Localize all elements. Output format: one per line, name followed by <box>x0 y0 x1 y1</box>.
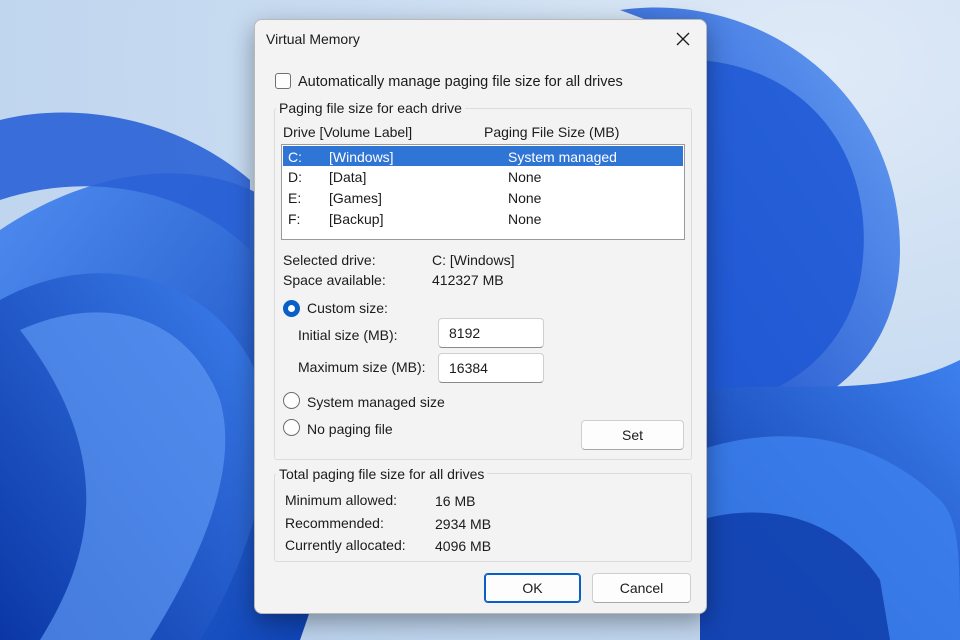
custom-size-label[interactable]: Custom size: <box>307 300 388 316</box>
selected-drive-value: C: [Windows] <box>432 252 515 268</box>
drive-row-c[interactable]: C: [Windows] System managed <box>283 146 683 166</box>
title-bar[interactable]: Virtual Memory <box>255 20 706 58</box>
minimum-allowed-label: Minimum allowed: <box>285 492 398 508</box>
drive-letter: F: <box>288 211 301 227</box>
minimum-allowed-value: 16 MB <box>435 493 476 509</box>
drive-volume-label: [Windows] <box>329 149 394 165</box>
drive-paging-size: None <box>508 190 542 206</box>
drive-letter: C: <box>288 149 302 165</box>
selected-drive-label: Selected drive: <box>283 252 376 268</box>
drive-row-d[interactable]: D: [Data] None <box>283 166 683 186</box>
drives-group-legend: Paging file size for each drive <box>276 100 465 116</box>
cancel-button-label: Cancel <box>619 580 664 596</box>
no-paging-file-radio[interactable] <box>283 419 300 436</box>
auto-manage-checkbox[interactable] <box>275 73 291 89</box>
maximum-size-label: Maximum size (MB): <box>298 359 426 375</box>
drive-list[interactable]: C: [Windows] System managed D: [Data] No… <box>281 144 685 240</box>
currently-allocated-label: Currently allocated: <box>285 537 406 553</box>
system-managed-radio[interactable] <box>283 392 300 409</box>
ok-button-label: OK <box>522 580 543 596</box>
drive-volume-label: [Data] <box>329 169 367 185</box>
drive-volume-label: [Backup] <box>329 211 384 227</box>
window-title: Virtual Memory <box>266 31 360 47</box>
drive-letter: E: <box>288 190 302 206</box>
drive-row-e[interactable]: E: [Games] None <box>283 187 683 207</box>
set-button[interactable]: Set <box>581 420 684 450</box>
custom-size-radio[interactable] <box>283 300 300 317</box>
drive-letter: D: <box>288 169 302 185</box>
initial-size-input[interactable] <box>438 318 544 348</box>
drive-row-f[interactable]: F: [Backup] None <box>283 208 683 228</box>
maximum-size-input[interactable] <box>438 353 544 383</box>
space-available-label: Space available: <box>283 272 386 288</box>
drive-paging-size: None <box>508 211 542 227</box>
size-column-header: Paging File Size (MB) <box>484 124 620 140</box>
totals-group-legend: Total paging file size for all drives <box>276 466 488 482</box>
recommended-label: Recommended: <box>285 515 384 531</box>
auto-manage-label[interactable]: Automatically manage paging file size fo… <box>298 74 623 90</box>
space-available-value: 412327 MB <box>432 272 504 288</box>
drive-paging-size: None <box>508 169 542 185</box>
set-button-label: Set <box>621 427 643 443</box>
drive-volume-label: [Games] <box>329 190 382 206</box>
cancel-button[interactable]: Cancel <box>592 573 691 603</box>
drive-column-header: Drive [Volume Label] <box>283 124 413 140</box>
system-managed-label[interactable]: System managed size <box>307 394 445 410</box>
ok-button[interactable]: OK <box>484 573 581 603</box>
virtual-memory-dialog: Virtual Memory Automatically manage pagi… <box>254 19 707 614</box>
initial-size-label: Initial size (MB): <box>298 327 398 343</box>
recommended-value: 2934 MB <box>435 516 492 532</box>
close-icon <box>676 32 690 46</box>
close-button[interactable] <box>660 20 706 58</box>
drive-paging-size: System managed <box>508 149 617 165</box>
no-paging-file-label[interactable]: No paging file <box>307 421 393 437</box>
currently-allocated-value: 4096 MB <box>435 538 492 554</box>
